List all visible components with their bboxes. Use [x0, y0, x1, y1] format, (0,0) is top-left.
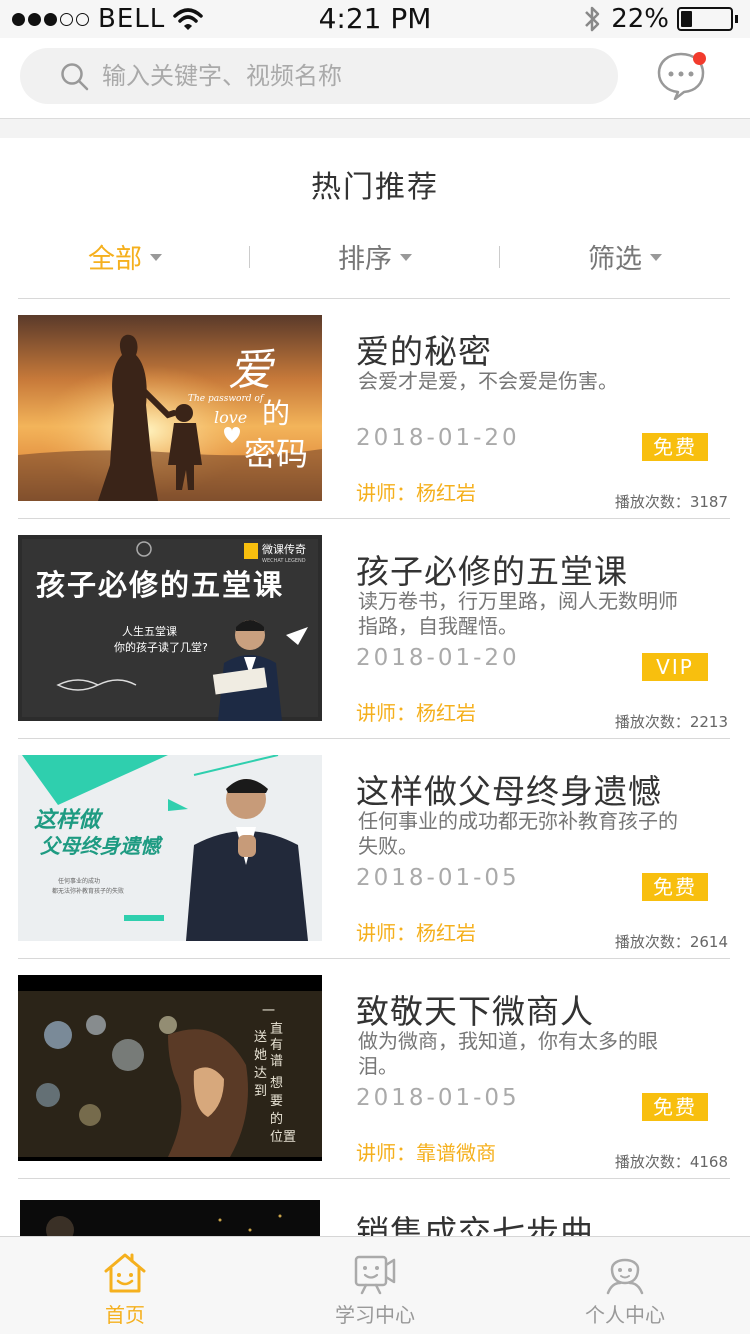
course-item[interactable]: 销售成交七步曲 [18, 1182, 730, 1242]
tab-home[interactable]: 首页 [0, 1237, 250, 1334]
filter-all[interactable]: 全部 [0, 230, 250, 282]
course-thumbnail[interactable]: 微课传奇 WECHAT LEGEND 孩子必修的五堂课 人生五堂课 你的孩子读了… [18, 535, 322, 721]
course-date: 2018-01-05 [356, 865, 520, 891]
thumb-title: 孩子必修的五堂课 [36, 568, 284, 602]
svg-text:的: 的 [270, 1111, 283, 1127]
svg-text:都无法弥补教育孩子的失败: 都无法弥补教育孩子的失败 [52, 887, 124, 895]
thumb-title-1: 爱 [228, 345, 276, 396]
filter-label: 筛选 [588, 243, 642, 275]
play-count: 播放次数：4168 [614, 1153, 728, 1171]
course-description: 会爱才是爱，不会爱是伤害。 [358, 369, 618, 393]
svg-text:她: 她 [254, 1048, 267, 1063]
caret-down-icon [650, 253, 662, 261]
course-item[interactable]: 微课传奇 WECHAT LEGEND 孩子必修的五堂课 人生五堂课 你的孩子读了… [18, 519, 730, 739]
svg-text:送: 送 [254, 1030, 267, 1045]
play-count: 播放次数：2614 [614, 933, 728, 951]
course-date: 2018-01-05 [356, 1085, 520, 1111]
course-teacher: 讲师：靠谱微商 [356, 1141, 496, 1165]
course-description: 做为微商，我知道，你有太多的眼泪。 [358, 1029, 658, 1078]
course-thumbnail[interactable]: 一 直 有 谱 送 她 达 到 想 要 的 位置 [18, 975, 322, 1161]
course-teacher: 讲师：杨红岩 [356, 481, 476, 505]
notification-dot [693, 52, 706, 65]
tab-profile[interactable]: 个人中心 [500, 1237, 750, 1334]
parenting-thumbnail-image: 这样做 父母终身遗憾 任何事业的成功 都无法弥补教育孩子的失败 [18, 755, 322, 941]
price-badge: 免费 [642, 873, 708, 901]
svg-text:The password of: The password of [188, 394, 265, 404]
tab-label: 学习中心 [335, 1303, 415, 1327]
svg-text:love: love [214, 408, 247, 427]
thumb-title-2: 父母终身遗憾 [40, 834, 164, 858]
svg-text:有: 有 [270, 1038, 283, 1053]
battery-icon [677, 7, 733, 31]
battery-level [681, 11, 692, 27]
course-title: 致敬天下微商人 [356, 992, 594, 1031]
search-input[interactable] [102, 48, 602, 104]
svg-text:直: 直 [270, 1022, 283, 1037]
svg-text:想: 想 [270, 1075, 283, 1091]
svg-text:人生五堂课: 人生五堂课 [122, 624, 177, 638]
svg-text:你的孩子读了几堂?: 你的孩子读了几堂? [114, 640, 208, 654]
play-count: 播放次数：2213 [614, 713, 728, 731]
thumb-brand: 微课传奇 [262, 542, 306, 556]
thumb-title-2: 的 [262, 397, 290, 430]
course-teacher: 讲师：杨红岩 [356, 921, 476, 945]
svg-text:要: 要 [270, 1094, 283, 1109]
tab-learning-center[interactable]: 学习中心 [250, 1237, 500, 1334]
course-thumbnail[interactable]: 爱 的 密码 The password of love [18, 315, 322, 501]
filter-sort[interactable]: 排序 [250, 230, 500, 282]
bluetooth-icon [585, 6, 600, 32]
tab-label: 个人中心 [585, 1303, 665, 1327]
price-badge: 免费 [642, 1093, 708, 1121]
app-header [0, 38, 750, 120]
course-date: 2018-01-20 [356, 425, 520, 451]
filter-label: 全部 [88, 243, 142, 275]
course-description: 读万卷书，行万里路，阅人无数明师指路，自我醒悟。 [358, 589, 678, 638]
video-camera-icon [354, 1255, 396, 1295]
message-button[interactable] [656, 50, 706, 101]
bokeh-thumbnail-image: 一 直 有 谱 送 她 达 到 想 要 的 位置 [18, 975, 322, 1161]
home-icon [104, 1253, 146, 1293]
course-teacher: 讲师：杨红岩 [356, 701, 476, 725]
course-title: 这样做父母终身遗憾 [356, 772, 662, 811]
caret-down-icon [400, 253, 412, 261]
search-bar[interactable] [20, 48, 618, 104]
filter-label: 排序 [338, 243, 392, 275]
svg-text:任何事业的成功: 任何事业的成功 [58, 877, 100, 885]
thumb-title-1: 这样做 [34, 807, 104, 833]
course-date: 2018-01-20 [356, 645, 520, 671]
course-item[interactable]: 爱 的 密码 The password of love 爱的秘密 会爱才是爱，不… [18, 299, 730, 519]
price-badge: 免费 [642, 433, 708, 461]
header-divider [0, 118, 750, 138]
svg-text:位置: 位置 [270, 1130, 296, 1145]
status-bar: BELL 4:21 PM 22% [0, 0, 750, 38]
course-item[interactable]: 一 直 有 谱 送 她 达 到 想 要 的 位置 致敬天下微商人 做为微商，我知… [18, 959, 730, 1179]
filter-screen[interactable]: 筛选 [500, 230, 750, 282]
user-icon [606, 1258, 644, 1295]
thumb-text: 一 [262, 1004, 275, 1019]
battery-percent: 22% [611, 4, 669, 34]
sunset-thumbnail-image: 爱 的 密码 The password of love [18, 315, 322, 501]
svg-text:WECHAT LEGEND: WECHAT LEGEND [262, 558, 306, 564]
tab-bar: 首页 学习中心 个人中心 [0, 1236, 750, 1334]
course-description: 任何事业的成功都无弥补教育孩子的失败。 [358, 809, 678, 858]
course-thumbnail[interactable]: 这样做 父母终身遗憾 任何事业的成功 都无法弥补教育孩子的失败 [18, 755, 322, 941]
search-icon [61, 63, 89, 91]
play-count: 播放次数：3187 [614, 493, 728, 511]
tab-label: 首页 [105, 1303, 145, 1327]
svg-text:谱: 谱 [270, 1054, 283, 1069]
section-title: 热门推荐 [311, 170, 439, 205]
course-title: 爱的秘密 [356, 332, 492, 371]
filter-bar: 全部 排序 筛选 [0, 230, 750, 282]
chalkboard-thumbnail-image: 微课传奇 WECHAT LEGEND 孩子必修的五堂课 人生五堂课 你的孩子读了… [18, 535, 322, 721]
battery-tip [735, 15, 738, 23]
caret-down-icon [150, 253, 162, 261]
svg-text:达: 达 [254, 1066, 267, 1081]
svg-text:到: 到 [254, 1084, 267, 1099]
course-item[interactable]: 这样做 父母终身遗憾 任何事业的成功 都无法弥补教育孩子的失败 这样做父母终身遗… [18, 739, 730, 959]
price-badge: VIP [642, 653, 708, 681]
course-title: 孩子必修的五堂课 [356, 552, 628, 591]
thumb-title-3: 密码 [244, 435, 308, 473]
battery-status: 22% [583, 4, 738, 34]
